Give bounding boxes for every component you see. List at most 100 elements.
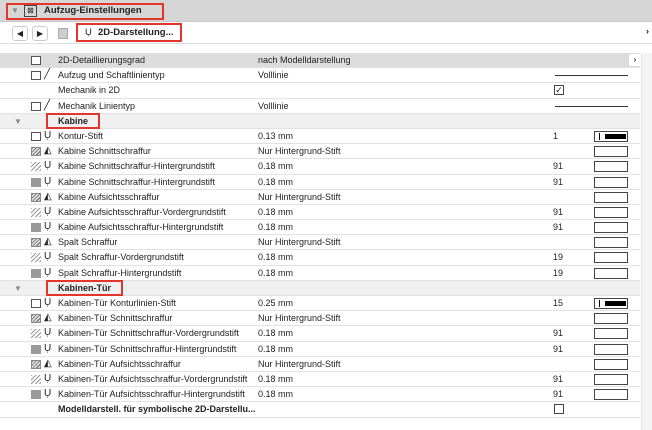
color-swatch[interactable] [594, 146, 628, 158]
table-row[interactable]: Ụ Kabinen-Tür Schnittschraffur-Vordergrun… [0, 326, 640, 342]
checkbox-icon[interactable] [31, 56, 41, 65]
row-value[interactable]: nach Modelldarstellung [258, 53, 351, 67]
panel-selector[interactable]: Ụ 2D-Darstellung... [76, 23, 182, 42]
table-row[interactable]: ◭ Spalt Schraffur Nur Hintergrund-Stift [0, 235, 640, 251]
table-row[interactable]: Mechanik in 2D ✓ [0, 83, 640, 99]
color-swatch[interactable] [594, 343, 628, 355]
checkbox[interactable]: ✓ [554, 85, 564, 96]
checkbox-icon[interactable] [31, 299, 41, 308]
group-header[interactable]: ▼ Kabine [0, 112, 640, 129]
color-swatch[interactable] [594, 237, 628, 249]
pen-number[interactable]: 91 [553, 159, 563, 173]
color-swatch[interactable] [594, 191, 628, 203]
row-value[interactable]: 0.18 mm [258, 250, 293, 264]
pen-number[interactable]: 91 [553, 326, 563, 340]
checkbox-icon[interactable] [31, 131, 41, 141]
color-swatch[interactable] [594, 252, 628, 264]
table-row[interactable]: Ụ Kabinen-Tür Schnittschraffur-Hintergrun… [0, 342, 640, 357]
row-value[interactable]: 0.18 mm [258, 372, 293, 386]
pen-icon: Ụ [44, 175, 52, 187]
elevator-settings-icon: ⊠ [24, 5, 37, 17]
color-swatch[interactable] [594, 267, 628, 279]
checkbox-icon[interactable] [31, 101, 41, 111]
table-row[interactable]: Ụ Spalt Schraffur-Vordergrundstift 0.18 mm… [0, 250, 640, 266]
row-value[interactable]: Nur Hintergrund-Stift [258, 144, 341, 158]
pen-swatch[interactable] [594, 130, 628, 142]
table-row[interactable]: Ụ Kabine Schnittschraffur-Hintergrundstif… [0, 159, 640, 175]
pen-number[interactable]: 19 [553, 266, 563, 280]
pen-number[interactable]: 91 [553, 175, 563, 189]
row-value[interactable]: 0.18 mm [258, 175, 293, 189]
row-label: Kabinen-Tür Aufsichtsschraffur-Vordergru… [58, 373, 248, 384]
checkbox-icon[interactable] [31, 71, 41, 81]
table-row[interactable]: Ụ Kontur-Stift 0.13 mm 1 [0, 129, 640, 145]
row-value[interactable]: 0.18 mm [258, 266, 293, 280]
table-row[interactable]: Modelldarstell. für symbolische 2D-Darst… [0, 402, 640, 418]
row-value[interactable]: 0.18 mm [258, 326, 293, 340]
pen-icon: Ụ [44, 160, 52, 172]
row-value[interactable]: Volllinie [258, 99, 289, 113]
row-value[interactable]: Nur Hintergrund-Stift [258, 190, 341, 204]
row-value[interactable]: 0.13 mm [258, 129, 293, 143]
row-value[interactable]: Nur Hintergrund-Stift [258, 357, 341, 371]
table-row[interactable]: Ụ Kabine Aufsichtsschraffur-Vordergrundst… [0, 205, 640, 221]
pen-number[interactable]: 91 [553, 387, 563, 401]
table-row[interactable]: ◭ Kabine Aufsichtsschraffur Nur Hintergrun… [0, 190, 640, 205]
color-swatch[interactable] [594, 206, 628, 218]
pen-number[interactable]: 19 [553, 250, 563, 264]
table-row[interactable]: Ụ Kabine Schnittschraffur-Hintergrundstif… [0, 175, 640, 190]
table-row[interactable]: ╱ Aufzug und Schaftlinientyp Volllinie [0, 68, 640, 84]
pen-number[interactable]: 91 [553, 205, 563, 219]
color-swatch[interactable] [594, 389, 628, 401]
table-row[interactable]: 2D-Detaillierungsgrad nach Modelldarstell… [0, 53, 641, 69]
row-value[interactable]: 0.18 mm [258, 387, 293, 401]
pen-swatch[interactable] [594, 298, 628, 309]
row-value[interactable]: Volllinie [258, 68, 289, 82]
table-row[interactable]: ◭ Kabine Schnittschraffur Nur Hintergrund-… [0, 144, 640, 160]
color-swatch[interactable] [594, 328, 628, 340]
color-swatch[interactable] [594, 176, 628, 188]
chevron-right-icon[interactable]: › [629, 54, 641, 66]
pen-number[interactable]: 91 [553, 220, 563, 234]
table-row[interactable]: ◭ Kabinen-Tür Schnittschraffur Nur Hinterg… [0, 311, 640, 327]
group-label: Kabinen-Tür [46, 279, 123, 296]
table-row[interactable]: Ụ Kabine Aufsichtsschraffur-Hintergrundst… [0, 220, 640, 236]
table-row[interactable]: Ụ Kabinen-Tür Aufsichtsschraffur-Hintergr… [0, 387, 640, 403]
table-row[interactable]: ╱ Mechanik Linientyp Volllinie [0, 99, 640, 114]
collapse-triangle-icon[interactable]: ▼ [14, 115, 22, 129]
panel-header[interactable]: ▼ ⊠ Aufzug-Einstellungen [0, 0, 652, 22]
row-value[interactable]: 0.18 mm [258, 159, 293, 173]
pen-number[interactable]: 91 [553, 372, 563, 386]
checkbox[interactable] [554, 404, 564, 415]
pen-number[interactable]: 1 [553, 129, 558, 143]
forward-button[interactable]: ▶ [32, 26, 48, 41]
color-swatch[interactable] [594, 222, 628, 234]
row-value[interactable]: 0.18 mm [258, 342, 293, 356]
color-swatch[interactable] [594, 373, 628, 385]
row-label: Kabine Aufsichtsschraffur-Vordergrundsti… [58, 206, 226, 217]
group-header[interactable]: ▼ Kabinen-Tür [0, 279, 640, 296]
more-chevron-icon[interactable]: › [646, 26, 649, 36]
back-button[interactable]: ◀ [12, 26, 28, 41]
panel-export-icon[interactable] [58, 28, 68, 39]
row-value[interactable]: 0.18 mm [258, 205, 293, 219]
color-swatch[interactable] [594, 313, 628, 325]
pen-number[interactable]: 91 [553, 342, 563, 356]
table-row[interactable]: Ụ Kabinen-Tür Konturlinien-Stift 0.25 mm 15 [0, 296, 640, 312]
color-swatch[interactable] [594, 358, 628, 370]
row-value[interactable]: Nur Hintergrund-Stift [258, 235, 341, 249]
collapse-triangle-icon[interactable]: ▼ [14, 282, 22, 296]
table-row[interactable]: Ụ Spalt Schraffur-Hintergrundstift 0.18 mm… [0, 266, 640, 281]
row-value[interactable]: 0.25 mm [258, 296, 293, 310]
table-row[interactable]: Ụ Kabinen-Tür Aufsichtsschraffur-Vordergr… [0, 372, 640, 388]
row-value[interactable]: Nur Hintergrund-Stift [258, 311, 341, 325]
row-label: Kabinen-Tür Aufsichtsschraffur [58, 358, 181, 369]
row-value[interactable]: 0.18 mm [258, 220, 293, 234]
fill-type-icon: ◭ [44, 145, 52, 157]
color-swatch[interactable] [594, 161, 628, 173]
pen-number[interactable]: 15 [553, 296, 563, 310]
scrollbar[interactable] [641, 53, 652, 430]
row-label: Mechanik Linientyp [58, 100, 136, 111]
table-row[interactable]: ◭ Kabinen-Tür Aufsichtsschraffur Nur Hinte… [0, 357, 640, 372]
line-preview [555, 105, 628, 107]
